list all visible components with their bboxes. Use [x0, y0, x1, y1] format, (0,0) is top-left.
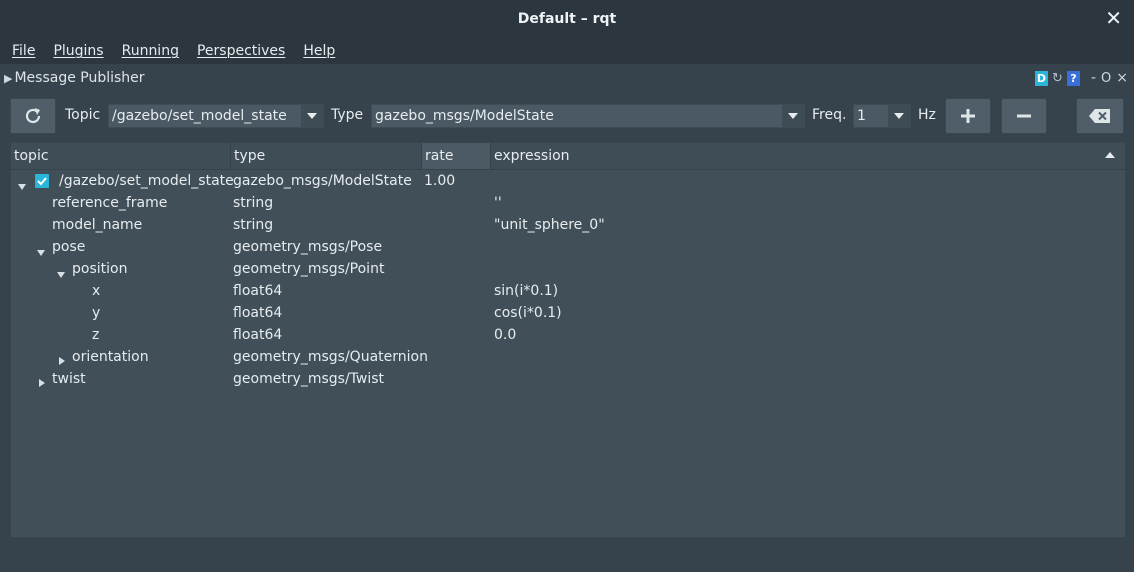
type-cell: geometry_msgs/Twist [233, 371, 385, 387]
clear-button[interactable] [1076, 98, 1124, 134]
topic-cell: model_name [52, 217, 143, 233]
dock-close-icon[interactable]: × [1116, 70, 1128, 86]
minus-icon [1017, 114, 1031, 118]
type-cell: float64 [233, 327, 283, 343]
expression-cell[interactable]: sin(i*0.1) [494, 280, 558, 302]
tree-row[interactable]: orientation geometry_msgs/Quaternion [11, 346, 1125, 368]
menu-perspectives[interactable]: Perspectives [197, 43, 285, 59]
add-publisher-button[interactable] [945, 98, 991, 134]
topic-cell: position [72, 261, 128, 277]
menu-help[interactable]: Help [303, 43, 335, 59]
collapsed-icon[interactable] [39, 375, 45, 391]
menu-file[interactable]: File [12, 43, 35, 59]
chevron-down-icon [782, 105, 804, 127]
publisher-toolbar: Topic /gazebo/set_model_state Type gazeb… [10, 98, 1124, 134]
tree-row[interactable]: x float64 sin(i*0.1) [11, 280, 1125, 302]
type-combo[interactable]: gazebo_msgs/ModelState [371, 104, 805, 128]
tree-row[interactable]: y float64 cos(i*0.1) [11, 302, 1125, 324]
publisher-tree[interactable]: topic type rate expression /gazebo/set_m… [10, 142, 1126, 538]
tree-row[interactable]: z float64 0.0 [11, 324, 1125, 346]
remove-publisher-button[interactable] [1001, 98, 1047, 134]
expression-cell[interactable]: 0.0 [494, 324, 516, 346]
type-cell: geometry_msgs/Pose [233, 239, 383, 255]
dock-reload-icon[interactable]: ↻ [1051, 71, 1064, 86]
topic-label: Topic [65, 107, 101, 123]
topic-cell: y [92, 305, 101, 321]
topic-cell: reference_frame [52, 195, 168, 211]
column-header-type[interactable]: type [231, 143, 422, 169]
freq-combo[interactable]: 1 [853, 104, 911, 128]
menu-bar: File Plugins Running Perspectives Help [0, 38, 1134, 64]
refresh-icon [25, 108, 41, 124]
column-header-rate[interactable]: rate [422, 143, 491, 169]
dock-tools: D ↻ ? - O × [1034, 70, 1128, 86]
tree-header: topic type rate expression [11, 143, 1125, 170]
hz-label: Hz [918, 107, 936, 123]
topic-cell: x [92, 283, 101, 299]
menu-plugins[interactable]: Plugins [53, 43, 103, 59]
type-cell: string [233, 195, 274, 211]
chevron-down-icon [888, 105, 910, 127]
type-cell: float64 [233, 305, 283, 321]
topic-cell: z [92, 327, 100, 343]
column-header-expression[interactable]: expression [491, 143, 1125, 169]
freq-label: Freq. [812, 107, 847, 123]
type-cell: geometry_msgs/Point [233, 261, 385, 277]
dock-minimize-icon[interactable]: - [1091, 70, 1096, 86]
topic-cell: pose [52, 239, 86, 255]
expression-cell[interactable]: cos(i*0.1) [494, 302, 562, 324]
tree-row[interactable]: pose geometry_msgs/Pose [11, 236, 1125, 258]
type-cell: string [233, 217, 274, 233]
tree-row[interactable]: reference_frame string '' [11, 192, 1125, 214]
topic-cell: /gazebo/set_model_state [59, 173, 234, 189]
topic-combo-value: /gazebo/set_model_state [112, 108, 287, 124]
window-close-icon[interactable]: ✕ [1105, 8, 1122, 28]
rate-cell[interactable]: 1.00 [424, 170, 455, 192]
topic-cell: twist [52, 371, 86, 387]
expression-cell[interactable]: "unit_sphere_0" [494, 214, 605, 236]
dock-collapse-icon[interactable]: ▶ [4, 72, 12, 85]
dock-d-icon[interactable]: D [1034, 70, 1048, 86]
type-label: Type [331, 107, 364, 123]
tree-row[interactable]: /gazebo/set_model_state gazebo_msgs/Mode… [11, 170, 1125, 192]
dock-header: ▶ Message Publisher D ↻ ? - O × [0, 64, 1134, 92]
topic-combo[interactable]: /gazebo/set_model_state [108, 104, 324, 128]
sort-ascending-icon[interactable] [1105, 152, 1115, 158]
tree-row[interactable]: twist geometry_msgs/Twist [11, 368, 1125, 390]
dock-float-icon[interactable]: O [1101, 71, 1111, 86]
dock-help-icon[interactable]: ? [1066, 70, 1080, 86]
type-cell: float64 [233, 283, 283, 299]
dock-title: Message Publisher [14, 70, 145, 86]
type-combo-value: gazebo_msgs/ModelState [375, 108, 554, 124]
tree-row[interactable]: position geometry_msgs/Point [11, 258, 1125, 280]
collapsed-icon[interactable] [59, 353, 65, 369]
type-cell: geometry_msgs/Quaternion [233, 349, 428, 365]
refresh-button[interactable] [10, 98, 56, 134]
type-cell: gazebo_msgs/ModelState [233, 173, 412, 189]
check-icon [37, 177, 47, 186]
tree-row[interactable]: model_name string "unit_sphere_0" [11, 214, 1125, 236]
freq-combo-value: 1 [857, 108, 866, 124]
column-header-topic[interactable]: topic [11, 143, 231, 169]
enable-checkbox[interactable] [35, 174, 49, 188]
window-title: Default – rqt [517, 11, 617, 27]
topic-cell: orientation [72, 349, 149, 365]
menu-running[interactable]: Running [122, 43, 179, 59]
plus-icon [961, 109, 975, 123]
title-bar: Default – rqt ✕ [0, 0, 1134, 38]
chevron-down-icon [301, 105, 323, 127]
expression-cell[interactable]: '' [494, 192, 502, 214]
backspace-icon [1089, 109, 1110, 123]
